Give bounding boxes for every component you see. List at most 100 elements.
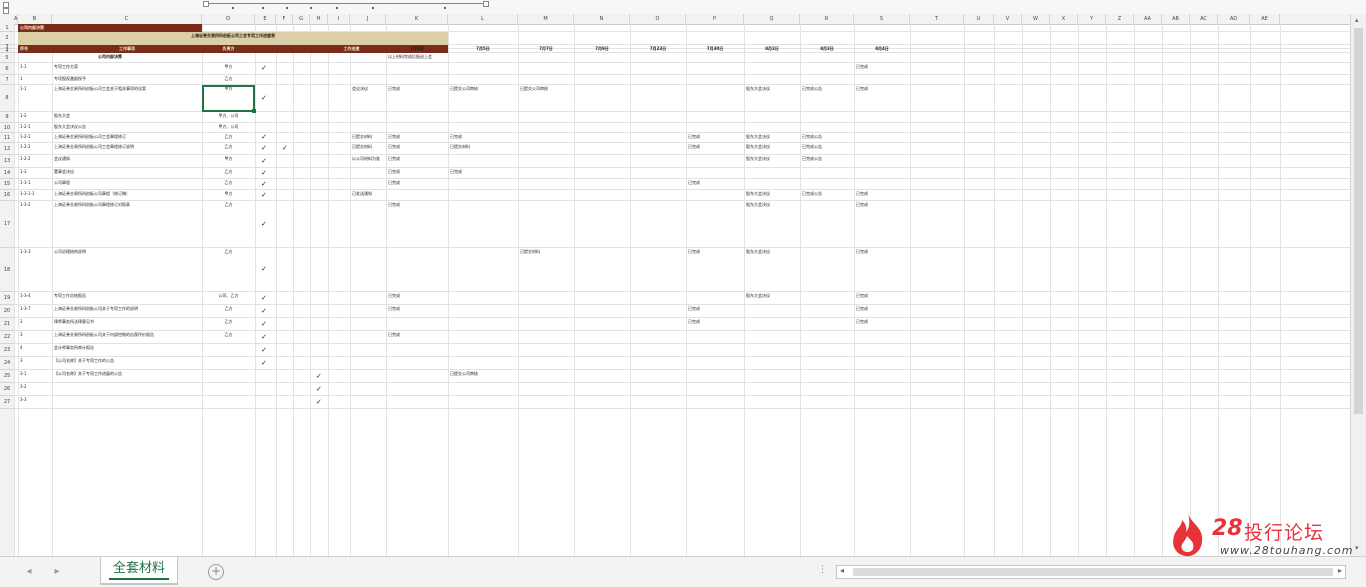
section-label[interactable]: 公司内部决策: [18, 53, 202, 63]
date-header[interactable]: 8月4日: [854, 45, 910, 53]
note-s[interactable]: 已完成: [854, 292, 910, 305]
column-header-s[interactable]: S: [854, 14, 910, 24]
row-header-21[interactable]: 21: [0, 318, 14, 331]
vertical-scrollbar[interactable]: ▴ ▾: [1350, 14, 1366, 556]
note-l[interactable]: 已提交公司审核: [448, 85, 518, 112]
row-id[interactable]: 1-3-1: [18, 179, 52, 190]
fill-handle[interactable]: [252, 109, 256, 113]
note-s[interactable]: 已完成: [854, 63, 910, 75]
note-q[interactable]: 股东大会决议: [744, 190, 800, 201]
column-header-g[interactable]: G: [293, 14, 310, 24]
row-id[interactable]: 2: [18, 318, 52, 331]
row-header-12[interactable]: 12: [0, 143, 14, 155]
date-note[interactable]: 以上材料完成后报送上会: [386, 53, 448, 63]
row-id[interactable]: 1-2: [18, 112, 52, 123]
owner-cell[interactable]: 乙方: [202, 168, 255, 179]
note-p[interactable]: 已完成: [686, 143, 744, 155]
horizontal-scroll-thumb[interactable]: [853, 568, 1333, 576]
scroll-down-button[interactable]: ▾: [1355, 544, 1359, 552]
note-j[interactable]: 已发送通知: [350, 190, 386, 201]
column-header-u[interactable]: U: [964, 14, 994, 24]
row-header-15[interactable]: 15: [0, 179, 14, 190]
owner-cell[interactable]: 乙方: [202, 248, 255, 292]
task-item[interactable]: 公司治理结构说明: [52, 248, 202, 292]
spreadsheet-grid[interactable]: 公司内部决策 上海证券交易所科创板公司工会专项工作进度表 序号 工作事项 负责方 工作进度…: [14, 24, 1350, 556]
row-header-20[interactable]: 20: [0, 305, 14, 318]
note-k[interactable]: 已完成: [386, 133, 448, 143]
note-j[interactable]: 已提交材料: [350, 133, 386, 143]
note-q[interactable]: 股东大会决议: [744, 85, 800, 112]
selected-cell[interactable]: [202, 85, 255, 112]
owner-cell[interactable]: 甲方: [202, 190, 255, 201]
note-j[interactable]: 以公司材料为准: [350, 155, 386, 168]
column-header-ab[interactable]: AB: [1162, 14, 1190, 24]
date-header[interactable]: 7月5日: [448, 45, 518, 53]
note-p[interactable]: 已完成: [686, 133, 744, 143]
owner-cell[interactable]: 乙方: [202, 143, 255, 155]
row-header-25[interactable]: 25: [0, 370, 14, 383]
outline-collapse-button[interactable]: [483, 1, 489, 7]
row-id[interactable]: 3-1: [18, 370, 52, 383]
add-sheet-button[interactable]: +: [208, 564, 224, 580]
note-j[interactable]: 已提交材料: [350, 143, 386, 155]
row-header-10[interactable]: 10: [0, 123, 14, 133]
task-item[interactable]: 会议通知: [52, 155, 202, 168]
task-item[interactable]: 董事会决议: [52, 168, 202, 179]
row-header-7[interactable]: 7: [0, 75, 14, 85]
column-header-e[interactable]: E: [255, 14, 276, 24]
owner-cell[interactable]: 甲方: [202, 155, 255, 168]
row-id[interactable]: 1-2-2: [18, 143, 52, 155]
header-task[interactable]: 工作事项: [52, 45, 202, 53]
header-seq[interactable]: 序号: [18, 45, 52, 53]
task-item[interactable]: 会计师事务所审计报告: [52, 344, 202, 357]
note-r[interactable]: 已完成公告: [800, 85, 854, 112]
column-header-p[interactable]: P: [686, 14, 744, 24]
row-id[interactable]: 3: [18, 357, 52, 370]
note-p[interactable]: 已完成: [686, 248, 744, 292]
note-m[interactable]: 已提交材料: [518, 248, 574, 292]
sheet-nav-next-button[interactable]: ▸: [50, 566, 64, 577]
column-header-f[interactable]: F: [276, 14, 293, 24]
row-id[interactable]: 1-3-2: [18, 201, 52, 248]
sheet-nav-prev-button[interactable]: ◂: [22, 566, 36, 577]
row-id[interactable]: 1: [18, 75, 52, 85]
row-header-1[interactable]: 1: [0, 24, 14, 32]
note-k[interactable]: 已完成: [386, 201, 448, 248]
column-header-w[interactable]: W: [1022, 14, 1050, 24]
column-header-t[interactable]: T: [910, 14, 964, 24]
row-id[interactable]: 1-2-1: [18, 123, 52, 133]
task-item[interactable]: 律师事务所法律意见书: [52, 318, 202, 331]
row-header-16[interactable]: 16: [0, 190, 14, 201]
row-id[interactable]: 1-3-7: [18, 305, 52, 318]
column-header-ac[interactable]: AC: [1190, 14, 1218, 24]
column-header-q[interactable]: Q: [744, 14, 800, 24]
date-header[interactable]: 8月2日: [744, 45, 800, 53]
sheet-tab-active[interactable]: 全套材料: [100, 557, 178, 584]
row-header-6[interactable]: 6: [0, 63, 14, 75]
note-k[interactable]: 已完成: [386, 85, 448, 112]
row-id[interactable]: 1-1: [18, 63, 52, 75]
row-id[interactable]: 1-3-4: [18, 292, 52, 305]
row-id[interactable]: 1-3-3: [18, 248, 52, 292]
note-l[interactable]: 已完成: [448, 133, 518, 143]
row-id[interactable]: 3: [18, 331, 52, 344]
column-header-y[interactable]: Y: [1078, 14, 1106, 24]
row-id[interactable]: 3-3: [18, 396, 52, 409]
row-id[interactable]: 1-3-1-1: [18, 190, 52, 201]
note-p[interactable]: 已完成: [686, 318, 744, 331]
date-header[interactable]: 8月3日: [800, 45, 854, 53]
row1-label[interactable]: 公司内部决策: [18, 24, 202, 32]
outline-group-start[interactable]: [203, 1, 209, 7]
owner-cell[interactable]: 乙方: [202, 331, 255, 344]
column-header-c[interactable]: C: [52, 14, 202, 24]
note-q[interactable]: 股东大会决议: [744, 155, 800, 168]
column-header-k[interactable]: K: [386, 14, 448, 24]
note-r[interactable]: 已完成公告: [800, 143, 854, 155]
column-header-d[interactable]: D: [202, 14, 255, 24]
vertical-scroll-thumb[interactable]: [1354, 28, 1363, 414]
note-s[interactable]: 已完成: [854, 305, 910, 318]
column-header-l[interactable]: L: [448, 14, 518, 24]
column-header-v[interactable]: V: [994, 14, 1022, 24]
note-l[interactable]: 已提交公司审核: [448, 370, 518, 383]
owner-cell[interactable]: 甲方、公司: [202, 123, 255, 133]
